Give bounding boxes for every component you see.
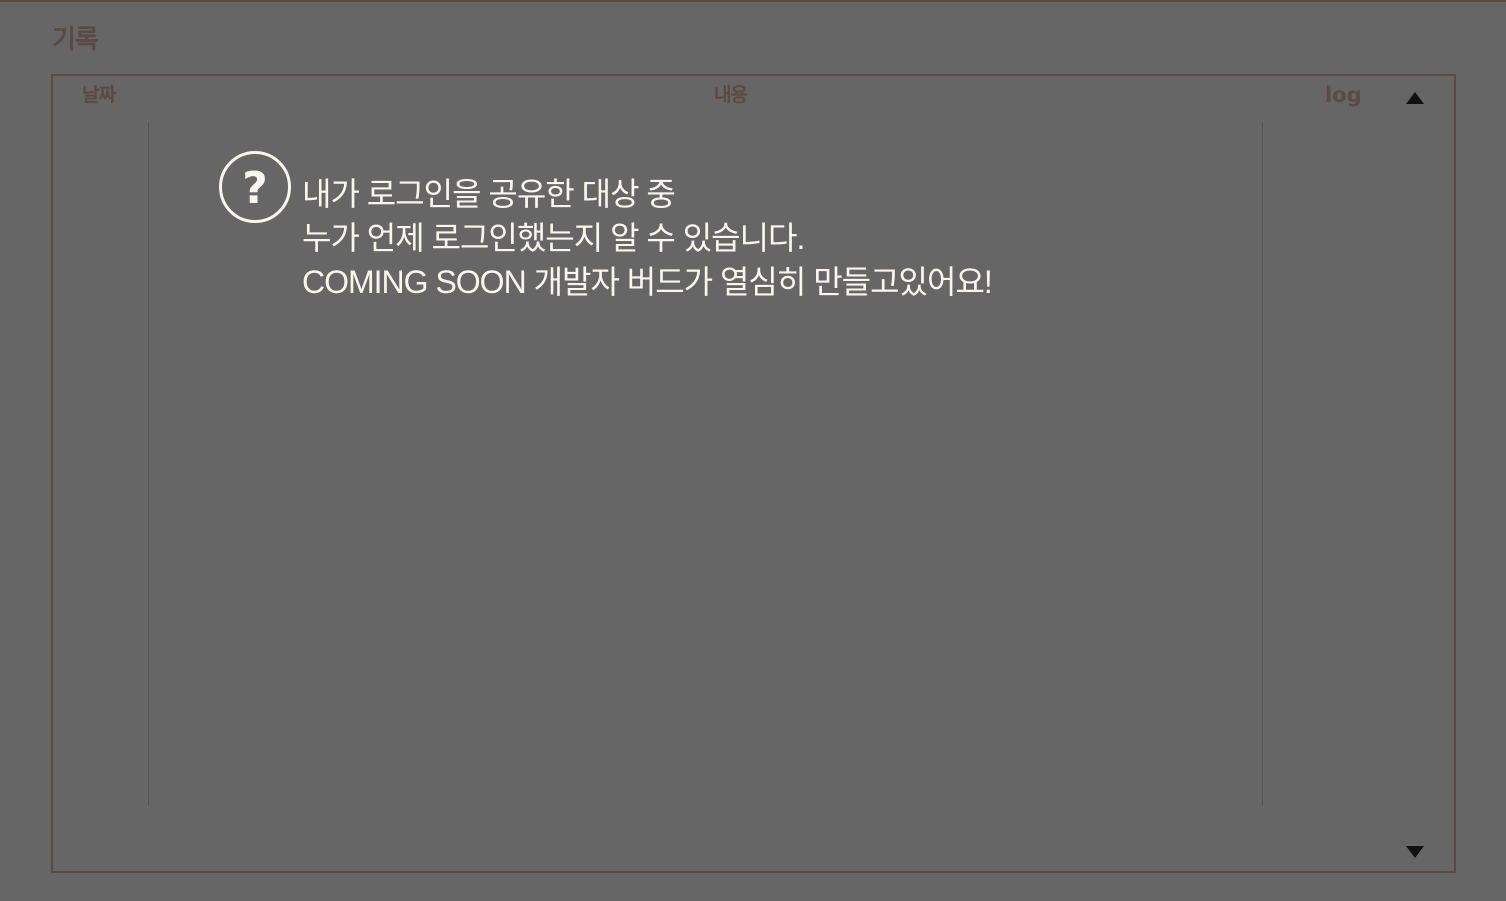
column-divider-left bbox=[148, 122, 149, 806]
svg-text:?: ? bbox=[242, 163, 268, 214]
notice-line-2: 누가 언제 로그인했는지 알 수 있습니다. bbox=[302, 220, 805, 256]
question-circle-icon: ? bbox=[219, 151, 291, 223]
scroll-up-button[interactable] bbox=[1403, 86, 1427, 110]
notice-line-3: COMING SOON 개발자 버드가 열심히 만들고있어요! bbox=[302, 264, 993, 300]
column-divider-right bbox=[1262, 122, 1263, 806]
column-header-date: 날짜 bbox=[82, 84, 116, 106]
scroll-down-button[interactable] bbox=[1403, 840, 1427, 864]
notice-text: 내가 로그인을 공유한 대상 중 누가 언제 로그인했는지 알 수 있습니다. … bbox=[302, 172, 1182, 304]
column-header-content: 내용 bbox=[714, 84, 748, 106]
section-title: 기록 bbox=[52, 25, 99, 55]
triangle-up-icon bbox=[1406, 92, 1424, 104]
triangle-down-icon bbox=[1406, 846, 1424, 858]
notice-line-1: 내가 로그인을 공유한 대상 중 bbox=[302, 176, 676, 212]
top-divider bbox=[0, 0, 1506, 2]
column-header-log: log bbox=[1325, 83, 1362, 107]
